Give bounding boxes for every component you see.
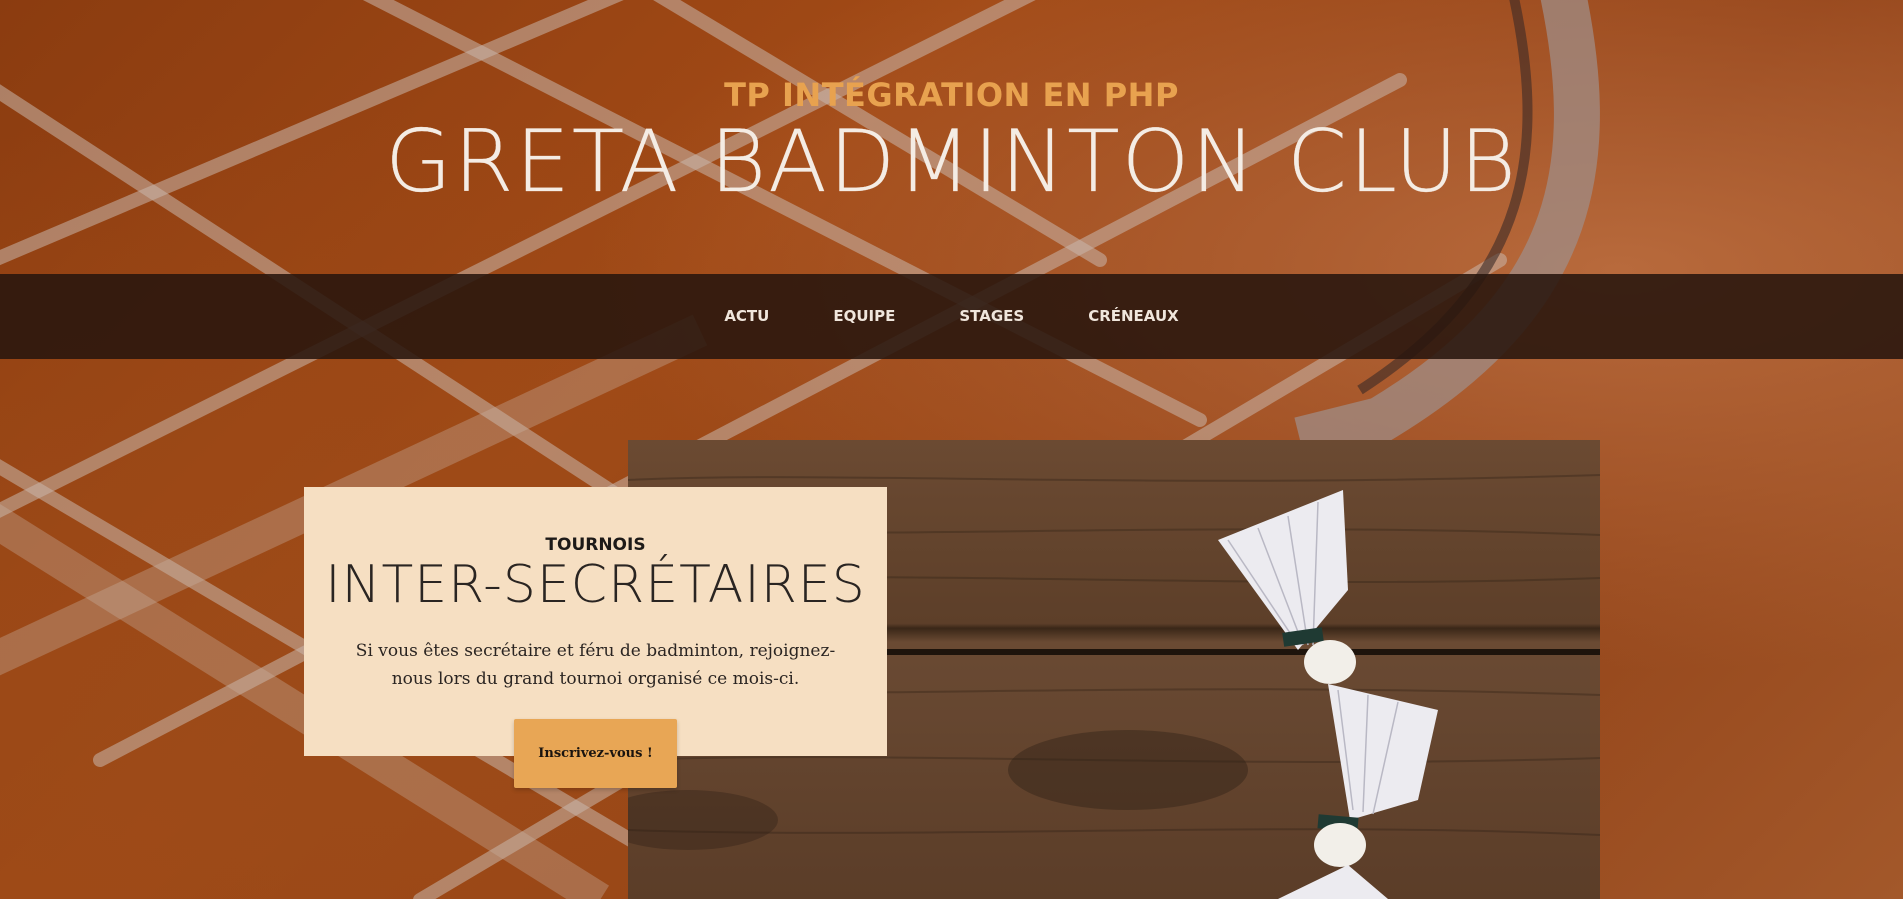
nav-item-creneaux[interactable]: CRÉNEAUX xyxy=(1056,274,1211,359)
card-description: Si vous êtes secrétaire et féru de badmi… xyxy=(355,641,836,689)
nav-item-equipe[interactable]: EQUIPE xyxy=(801,274,927,359)
card-title: INTER-SECRÉTAIRES xyxy=(325,555,866,615)
nav-item-stages[interactable]: STAGES xyxy=(927,274,1056,359)
site-title: GRETA BADMINTON CLUB xyxy=(385,112,1518,212)
main-navigation: ACTU EQUIPE STAGES CRÉNEAUX xyxy=(0,274,1903,359)
site-header: TP INTÉGRATION EN PHP GRETA BADMINTON CL… xyxy=(0,0,1903,274)
nav-item-actu[interactable]: ACTU xyxy=(692,274,801,359)
site-subtitle: TP INTÉGRATION EN PHP xyxy=(724,76,1179,114)
register-button[interactable]: Inscrivez-vous ! xyxy=(514,719,677,788)
card-kicker: TOURNOIS xyxy=(545,535,646,555)
tournament-card: TOURNOIS INTER-SECRÉTAIRES Si vous êtes … xyxy=(304,487,887,756)
